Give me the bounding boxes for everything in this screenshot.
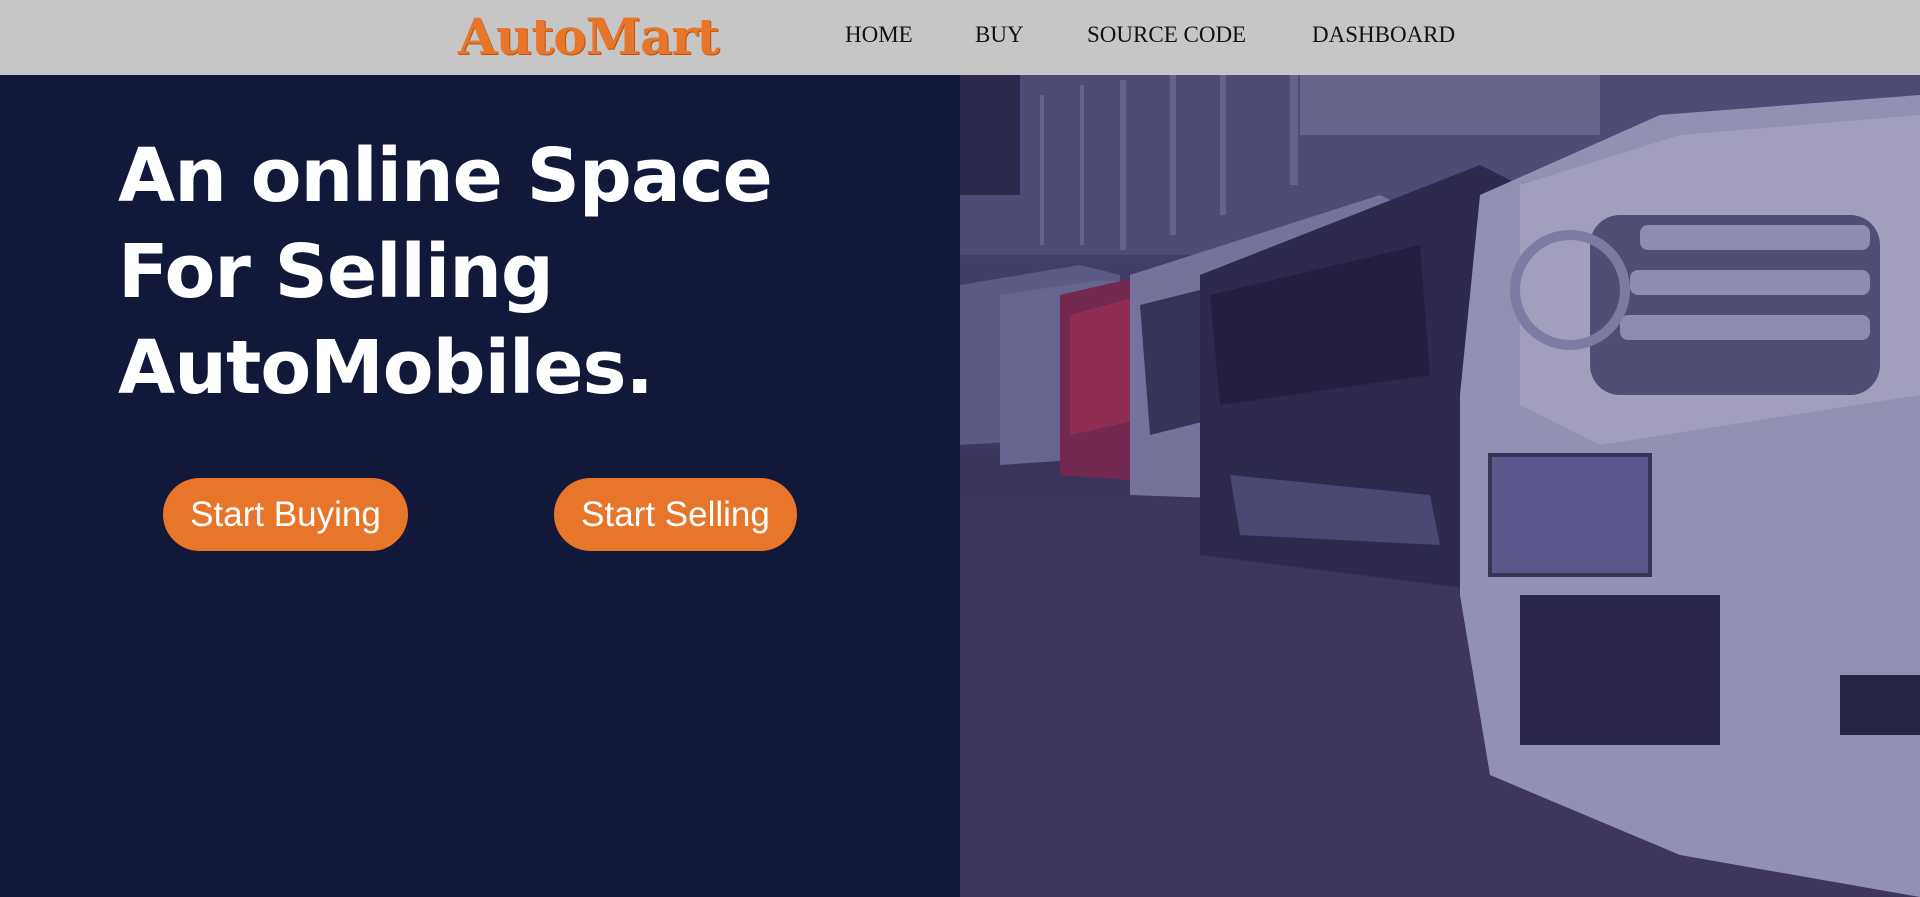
start-selling-button[interactable]: Start Selling [554, 478, 797, 551]
hero-cars-image [960, 75, 1920, 897]
parked-cars-illustration [960, 75, 1920, 897]
start-buying-button[interactable]: Start Buying [163, 478, 408, 551]
headline-line-1: An online Space [118, 133, 773, 219]
nav-source-code-link[interactable]: SOURCE CODE [1087, 22, 1246, 48]
headline-line-3: AutoMobiles. [118, 325, 654, 411]
nav-buy-link[interactable]: BUY [975, 22, 1024, 48]
nav-home-link[interactable]: HOME [845, 22, 913, 48]
nav-dashboard-link[interactable]: DASHBOARD [1312, 22, 1455, 48]
headline-line-2: For Selling [118, 229, 554, 315]
hero-headline: An online Space For Selling AutoMobiles. [118, 128, 878, 416]
navbar: AutoMart HOME BUY SOURCE CODE DASHBOARD [0, 0, 1920, 75]
automart-logo[interactable]: AutoMart [458, 2, 720, 72]
